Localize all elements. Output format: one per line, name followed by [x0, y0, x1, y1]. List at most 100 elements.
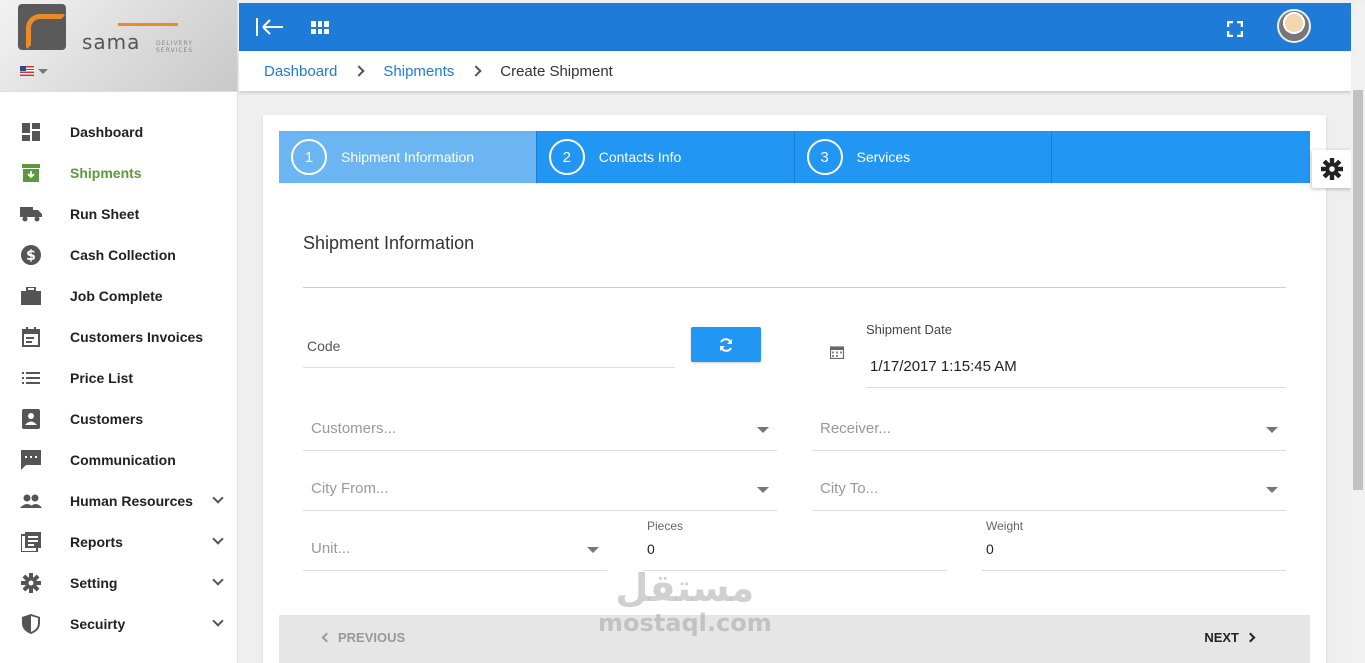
sidebar-item-human-resources[interactable]: Human Resources — [0, 480, 238, 521]
top-bar — [239, 3, 1351, 51]
generate-code-button[interactable] — [691, 327, 761, 362]
truck-icon — [20, 203, 42, 225]
sidebar-item-label: Secuirty — [70, 615, 126, 632]
pieces-field[interactable]: Pieces 0 — [643, 519, 947, 571]
dropdown-arrow-icon — [587, 547, 599, 553]
sidebar-item-label: Price List — [70, 369, 134, 386]
previous-button[interactable]: PREVIOUS — [321, 630, 405, 645]
step-number: 3 — [806, 139, 843, 175]
weight-value: 0 — [986, 541, 994, 557]
customers-placeholder: Customers... — [311, 420, 397, 437]
step-label: Services — [856, 149, 911, 165]
reports-icon — [20, 531, 42, 553]
shipment-date-value: 1/17/2017 1:15:45 AM — [870, 358, 1017, 375]
sidebar-item-price-list[interactable]: Price List — [0, 357, 238, 398]
logo-area: sama DELIVERY SERVICES — [0, 0, 237, 92]
scrollbar-thumb[interactable] — [1353, 90, 1363, 490]
sidebar-item-label: Shipments — [70, 164, 142, 181]
sidebar-item-label: Reports — [70, 533, 123, 550]
watermark-english: mostaql.com — [598, 609, 772, 637]
receiver-select[interactable]: Receiver... — [812, 410, 1286, 451]
sidebar-item-dashboard[interactable]: Dashboard — [0, 111, 238, 152]
step-contacts-info[interactable]: 2 Contacts Info — [537, 131, 795, 183]
city-from-placeholder: City From... — [311, 480, 389, 497]
city-from-select[interactable]: City From... — [303, 470, 777, 511]
create-shipment-card: 1 Shipment Information 2 Contacts Info 3… — [263, 115, 1326, 663]
shipment-date-label: Shipment Date — [866, 322, 952, 337]
unit-select[interactable]: Unit... — [303, 530, 607, 571]
breadcrumb: Dashboard Shipments Create Shipment — [239, 51, 1351, 91]
calendar-icon[interactable] — [829, 345, 845, 360]
weight-label: Weight — [986, 519, 1024, 533]
sidebar-item-shipments[interactable]: Shipments — [0, 152, 238, 193]
section-divider — [303, 287, 1286, 288]
sidebar-item-communication[interactable]: Communication — [0, 439, 238, 480]
avatar[interactable] — [1277, 9, 1311, 43]
logo-text: sama — [82, 30, 141, 54]
city-to-placeholder: City To... — [820, 480, 879, 497]
shipment-date-field[interactable]: Shipment Date 1/17/2017 1:15:45 AM — [866, 320, 1286, 388]
sidebar-item-setting[interactable]: Setting — [0, 562, 238, 603]
step-label: Contacts Info — [598, 149, 682, 165]
logo-arabic-mark — [118, 10, 178, 26]
section-title: Shipment Information — [303, 233, 475, 253]
sidebar-item-label: Cash Collection — [70, 246, 176, 263]
step-shipment-information[interactable]: 1 Shipment Information — [279, 131, 537, 183]
contact-card-icon — [20, 408, 42, 430]
code-placeholder: Code — [307, 338, 341, 354]
next-label: NEXT — [1204, 630, 1239, 645]
sidebar-item-run-sheet[interactable]: Run Sheet — [0, 193, 238, 234]
chat-icon — [20, 449, 42, 471]
settings-panel-button[interactable] — [1312, 150, 1352, 188]
breadcrumb-shipments[interactable]: Shipments — [383, 63, 454, 80]
wizard-steps: 1 Shipment Information 2 Contacts Info 3… — [279, 131, 1310, 183]
weight-field[interactable]: Weight 0 — [982, 519, 1286, 571]
breadcrumb-dashboard[interactable]: Dashboard — [264, 63, 337, 80]
apps-grid-icon[interactable] — [311, 21, 329, 34]
list-icon — [20, 367, 42, 389]
sidebar-menu: Dashboard Shipments Run Sheet $ Cash Col… — [0, 111, 238, 644]
city-to-select[interactable]: City To... — [812, 470, 1286, 511]
breadcrumb-current: Create Shipment — [500, 62, 613, 80]
sidebar-item-label: Customers Invoices — [70, 328, 204, 345]
customers-select[interactable]: Customers... — [303, 410, 777, 451]
sidebar-item-customers[interactable]: Customers — [0, 398, 238, 439]
chevron-right-icon — [353, 65, 366, 77]
svg-text:$: $ — [26, 248, 36, 264]
dashboard-icon — [20, 121, 42, 143]
people-icon — [20, 490, 42, 512]
sidebar-item-label: Setting — [70, 574, 118, 591]
gear-icon — [1321, 158, 1343, 180]
chevron-down-icon — [212, 492, 224, 504]
chevron-down-icon — [212, 574, 224, 586]
step-services[interactable]: 3 Services — [795, 131, 1053, 183]
shield-icon — [20, 613, 42, 635]
collapse-sidebar-icon[interactable] — [255, 17, 285, 37]
sidebar: sama DELIVERY SERVICES Dashboard Shipmen… — [0, 0, 238, 663]
sidebar-item-reports[interactable]: Reports — [0, 521, 238, 562]
logo-mark — [18, 4, 66, 50]
step-label: Shipment Information — [341, 149, 475, 165]
briefcase-icon — [20, 285, 42, 307]
next-button[interactable]: NEXT — [1204, 630, 1256, 645]
calendar-icon — [20, 326, 42, 348]
dropdown-arrow-icon — [757, 487, 769, 493]
sidebar-item-customers-invoices[interactable]: Customers Invoices — [0, 316, 238, 357]
receiver-placeholder: Receiver... — [820, 420, 891, 437]
step-number: 2 — [548, 139, 585, 175]
chevron-left-icon — [321, 632, 332, 643]
dropdown-arrow-icon — [1266, 427, 1278, 433]
sidebar-item-job-complete[interactable]: Job Complete — [0, 275, 238, 316]
sidebar-item-label: Job Complete — [70, 287, 163, 304]
sidebar-item-cash-collection[interactable]: $ Cash Collection — [0, 234, 238, 275]
watermark: مستقل mostaql.com — [598, 565, 772, 635]
sidebar-item-security[interactable]: Secuirty — [0, 603, 238, 644]
unit-placeholder: Unit... — [311, 540, 351, 557]
fullscreen-icon[interactable] — [1226, 20, 1244, 38]
language-selector[interactable] — [20, 66, 48, 76]
refresh-icon — [720, 337, 732, 352]
brand-logo[interactable]: sama DELIVERY SERVICES — [18, 4, 218, 54]
pieces-label: Pieces — [647, 519, 684, 533]
dropdown-arrow-icon — [757, 427, 769, 433]
code-field[interactable]: Code — [303, 330, 675, 368]
